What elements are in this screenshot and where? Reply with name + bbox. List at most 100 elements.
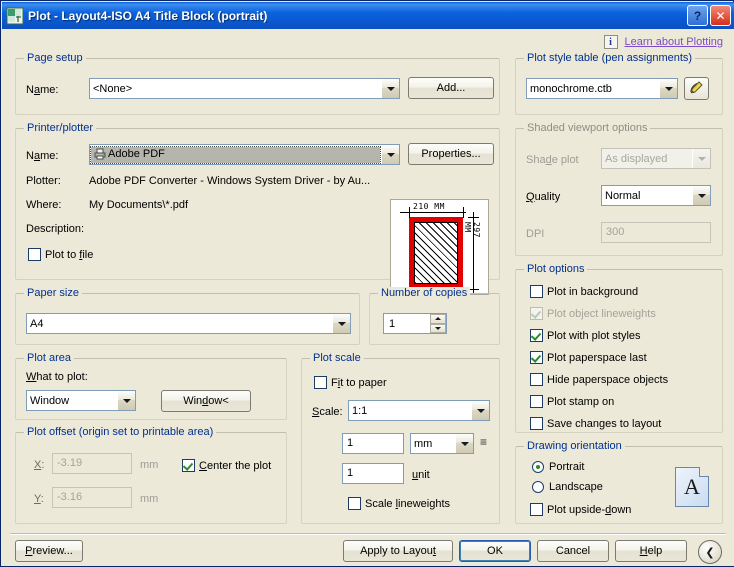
- window-pick-button[interactable]: Window<: [161, 390, 251, 412]
- scale-denominator-value: 1: [347, 467, 354, 479]
- plot-option-plot-with-plot-styles[interactable]: Plot with plot styles: [530, 329, 641, 342]
- chevron-down-icon[interactable]: [659, 79, 677, 98]
- plot-option-label: Hide paperspace objects: [547, 373, 669, 386]
- chevron-down-icon[interactable]: [455, 434, 473, 453]
- plot-area-group: Plot area What to plot: Window Window<: [15, 352, 287, 420]
- properties-button[interactable]: Properties...: [408, 143, 494, 165]
- apply-to-layout-button[interactable]: Apply to Layout: [343, 540, 453, 562]
- plot-option-label: Plot object lineweights: [547, 307, 656, 320]
- offset-x-label: X:: [34, 459, 45, 471]
- scale-label: Scale:: [312, 406, 343, 418]
- fit-to-paper-checkbox[interactable]: Fit to paper: [314, 376, 387, 389]
- copies-spinner-buttons[interactable]: [430, 314, 446, 333]
- orientation-portrait-label: Portrait: [549, 461, 585, 473]
- title-help-button[interactable]: ?: [687, 5, 708, 26]
- shaded-viewport-caption: Shaded viewport options: [524, 122, 651, 134]
- number-of-copies-group: Number of copies 1: [369, 287, 500, 345]
- footer-divider: [10, 533, 726, 535]
- add-page-setup-button[interactable]: Add...: [408, 77, 494, 99]
- preview-button-label: Preview...: [25, 545, 73, 557]
- chevron-down-icon[interactable]: [332, 314, 350, 333]
- scale-denominator-field[interactable]: 1: [342, 463, 404, 484]
- orientation-landscape-radio[interactable]: Landscape: [532, 481, 603, 493]
- plot-style-table-combo[interactable]: monochrome.ctb: [526, 78, 678, 99]
- info-icon: i: [603, 35, 618, 49]
- ok-button[interactable]: OK: [459, 540, 531, 562]
- collapse-dialog-button[interactable]: ❮: [698, 540, 722, 564]
- learn-about-plotting-link[interactable]: Learn about Plotting: [625, 36, 723, 48]
- scale-value: 1:1: [352, 404, 368, 417]
- center-the-plot-checkbox[interactable]: Center the plot: [182, 459, 271, 472]
- preview-button[interactable]: Preview...: [15, 540, 83, 562]
- what-to-plot-combo[interactable]: Window: [26, 390, 136, 411]
- scale-unit-label: unit: [412, 469, 430, 481]
- paper-preview: 210 MM 297 MM: [390, 199, 489, 295]
- scale-combo[interactable]: 1:1: [348, 400, 490, 421]
- offset-y-unit: mm: [140, 493, 159, 505]
- description-label: Description:: [26, 223, 85, 235]
- shade-plot-value: As displayed: [605, 152, 668, 165]
- quality-combo[interactable]: Normal: [601, 185, 711, 206]
- chevron-down-icon[interactable]: [381, 145, 399, 164]
- plot-option-plot-paperspace-last[interactable]: Plot paperspace last: [530, 351, 647, 364]
- plot-to-file-checkbox[interactable]: Plot to file: [28, 248, 93, 261]
- preview-plot-area: [414, 222, 458, 284]
- copies-value: 1: [389, 317, 396, 330]
- checkbox-box: [530, 285, 543, 298]
- plot-option-save-changes-to-layout[interactable]: Save changes to layout: [530, 417, 661, 430]
- plot-to-file-label: Plot to file: [45, 248, 94, 261]
- shade-plot-combo[interactable]: As displayed: [601, 148, 711, 169]
- scale-lineweights-checkbox[interactable]: Scale lineweights: [348, 497, 450, 510]
- dim-tick-top: [468, 217, 479, 218]
- chevron-down-icon[interactable]: [117, 391, 135, 410]
- page-setup-name-combo[interactable]: <None>: [89, 78, 400, 99]
- plot-upside-down-checkbox[interactable]: Plot upside-down: [530, 503, 631, 516]
- shade-plot-label: Shade plot: [526, 154, 579, 166]
- title-bar[interactable]: Plot - Layout4-ISO A4 Title Block (portr…: [2, 2, 734, 29]
- scale-lineweights-label: Scale lineweights: [365, 497, 451, 510]
- orientation-portrait-radio[interactable]: Portrait: [532, 461, 584, 473]
- help-button[interactable]: Help: [615, 540, 687, 562]
- chevron-down-icon[interactable]: [692, 186, 710, 205]
- learn-about-plotting-row: i Learn about Plotting: [603, 35, 723, 49]
- plotter-value: Adobe PDF Converter - Windows System Dri…: [89, 175, 371, 187]
- pen-edit-icon: [688, 80, 705, 98]
- plot-style-table-value: monochrome.ctb: [530, 82, 612, 95]
- scale-numerator-field[interactable]: 1: [342, 433, 404, 454]
- offset-y-field[interactable]: -3.16: [52, 487, 132, 508]
- plot-option-plot-in-background[interactable]: Plot in background: [530, 285, 638, 298]
- plot-option-label: Save changes to layout: [547, 417, 662, 430]
- plot-option-label: Plot in background: [547, 285, 639, 298]
- preview-height-dim: 297 MM: [463, 222, 481, 238]
- printer-plotter-caption: Printer/plotter: [24, 122, 97, 134]
- copies-stepper[interactable]: 1: [383, 313, 447, 334]
- orientation-icon-letter: A: [684, 474, 700, 499]
- printer-name-combo[interactable]: Adobe PDF: [89, 144, 400, 165]
- plot-upside-down-label: Plot upside-down: [547, 503, 632, 516]
- close-icon[interactable]: ✕: [710, 5, 731, 26]
- plot-option-plot-stamp-on[interactable]: Plot stamp on: [530, 395, 614, 408]
- chevron-down-icon[interactable]: [471, 401, 489, 420]
- scale-unit-combo[interactable]: mm: [410, 433, 474, 454]
- chevron-down-icon[interactable]: [381, 79, 399, 98]
- offset-x-value: -3.19: [57, 457, 83, 469]
- chevron-left-icon: ❮: [705, 546, 715, 559]
- spinner-up-icon[interactable]: [430, 314, 446, 324]
- spinner-down-icon[interactable]: [430, 323, 446, 333]
- offset-x-field[interactable]: -3.19: [52, 453, 132, 474]
- shaded-viewport-options-group: Shaded viewport options Shade plot As di…: [515, 122, 723, 256]
- checkbox-box: [182, 459, 195, 472]
- chevron-down-icon[interactable]: [692, 149, 710, 168]
- plot-scale-caption: Plot scale: [310, 352, 364, 364]
- checkbox-box: [530, 395, 543, 408]
- edit-plot-style-button[interactable]: [684, 77, 709, 100]
- dpi-field[interactable]: 300: [601, 222, 711, 243]
- cancel-button[interactable]: Cancel: [537, 540, 609, 562]
- plot-option-hide-paperspace-objects[interactable]: Hide paperspace objects: [530, 373, 668, 386]
- where-label: Where:: [26, 199, 62, 211]
- plot-options-group: Plot options Plot in background Plot obj…: [515, 263, 723, 433]
- dpi-label: DPI: [526, 228, 545, 240]
- plot-option-plot-object-lineweights: Plot object lineweights: [530, 307, 656, 320]
- paper-size-combo[interactable]: A4: [26, 313, 351, 334]
- printer-name-label: Name:: [26, 150, 59, 162]
